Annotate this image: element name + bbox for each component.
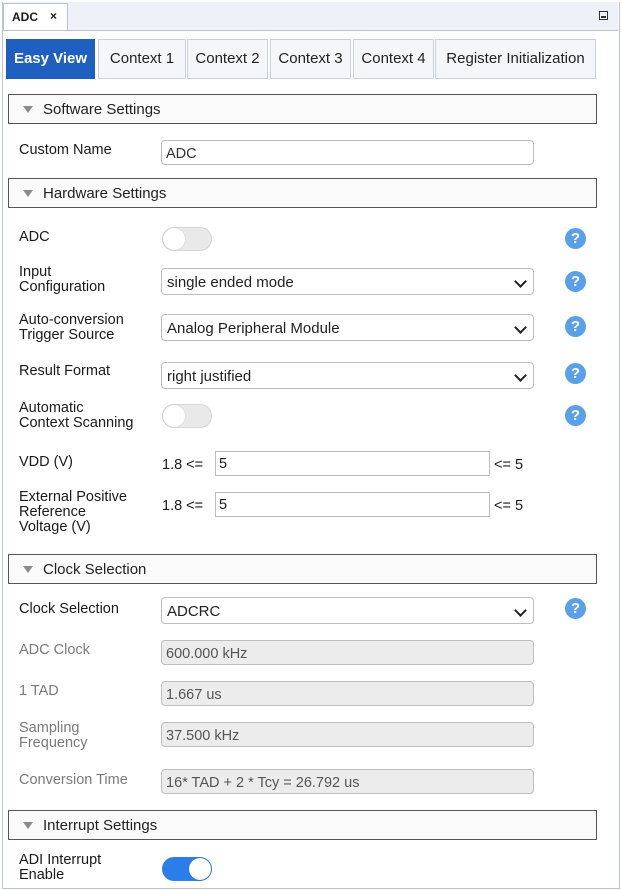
conversion-time-label: Conversion Time [19,772,128,788]
chevron-down-icon [514,369,527,382]
clock-selection-select[interactable]: ADCRC [161,597,534,624]
vref-max-label: <= 5 [494,498,524,514]
vref-label-line3: Voltage (V) [19,519,91,535]
vdd-max-label: <= 5 [494,457,524,473]
tad-label: 1 TAD [19,683,59,699]
input-configuration-select[interactable]: single ended mode [161,268,534,295]
trigger-source-label-line1: Auto-conversion [19,312,124,328]
chevron-down-icon [514,604,527,617]
collapse-triangle-icon [23,822,33,829]
clock-selection-label: Clock Selection [19,601,119,617]
select-value: ADCRC [167,603,221,620]
trigger-source-label-line2: Trigger Source [19,327,115,343]
vdd-input[interactable]: 5 [215,451,490,476]
tad-field: 1.667 us [161,681,534,706]
vref-min-label: 1.8 <= [162,498,204,514]
help-icon[interactable]: ? [565,228,586,249]
section-title: Clock Selection [43,561,147,578]
custom-name-label: Custom Name [19,142,112,158]
section-hardware-settings[interactable]: Hardware Settings [8,178,597,208]
section-title: Interrupt Settings [43,817,158,834]
collapse-triangle-icon [23,106,33,113]
adi-interrupt-toggle[interactable] [162,857,212,881]
chevron-down-icon [514,321,527,334]
toggle-knob [163,228,185,250]
collapse-triangle-icon [23,190,33,197]
vref-input[interactable]: 5 [215,492,490,517]
section-title: Hardware Settings [43,185,167,202]
adc-clock-field: 600.000 kHz [161,640,534,665]
select-value: single ended mode [167,274,294,291]
section-title: Software Settings [43,101,161,118]
vref-label-line1: External Positive [19,489,127,505]
help-icon[interactable]: ? [565,271,586,292]
adi-interrupt-label-line2: Enable [19,867,65,883]
adc-enable-label: ADC [19,229,50,245]
panel-frame [2,2,620,889]
conversion-time-field: 16* TAD + 2 * Tcy = 26.792 us [161,769,534,794]
vdd-label: VDD (V) [19,454,73,470]
input-configuration-label-line2: Configuration [19,279,106,295]
adc-enable-toggle[interactable] [162,227,212,251]
select-value: right justified [167,368,252,385]
adi-interrupt-label-line1: ADI Interrupt [19,852,102,868]
tab-easy-view[interactable]: Easy View [6,39,95,79]
vdd-min-label: 1.8 <= [162,457,204,473]
trigger-source-select[interactable]: Analog Peripheral Module [161,314,534,341]
sampling-frequency-label-line1: Sampling [19,720,80,736]
collapse-triangle-icon [23,566,33,573]
section-software-settings[interactable]: Software Settings [8,94,597,124]
section-interrupt-settings[interactable]: Interrupt Settings [8,810,597,840]
tab-context-3[interactable]: Context 3 [270,39,351,79]
chevron-down-icon [514,275,527,288]
input-configuration-label-line1: Input [19,264,52,280]
context-scanning-label-line2: Context Scanning [19,415,134,431]
section-clock-selection[interactable]: Clock Selection [8,554,597,584]
custom-name-input[interactable]: ADC [161,140,534,165]
help-icon[interactable]: ? [565,316,586,337]
help-icon[interactable]: ? [565,405,586,426]
sampling-frequency-field: 37.500 kHz [161,722,534,747]
help-icon[interactable]: ? [565,598,586,619]
toggle-knob [163,405,185,427]
context-scanning-label-line1: Automatic [19,400,84,416]
adc-clock-label: ADC Clock [19,642,90,658]
vref-label-line2: Reference [19,504,86,520]
tab-context-1[interactable]: Context 1 [98,39,186,79]
toggle-knob [189,858,211,880]
tab-context-4[interactable]: Context 4 [353,39,434,79]
result-format-label: Result Format [19,363,111,379]
context-scanning-toggle[interactable] [162,404,212,428]
sampling-frequency-label-line2: Frequency [19,735,88,751]
select-value: Analog Peripheral Module [167,320,340,337]
tab-context-2[interactable]: Context 2 [187,39,268,79]
tab-register-initialization[interactable]: Register Initialization [435,39,596,79]
result-format-select[interactable]: right justified [161,362,534,389]
help-icon[interactable]: ? [565,363,586,384]
